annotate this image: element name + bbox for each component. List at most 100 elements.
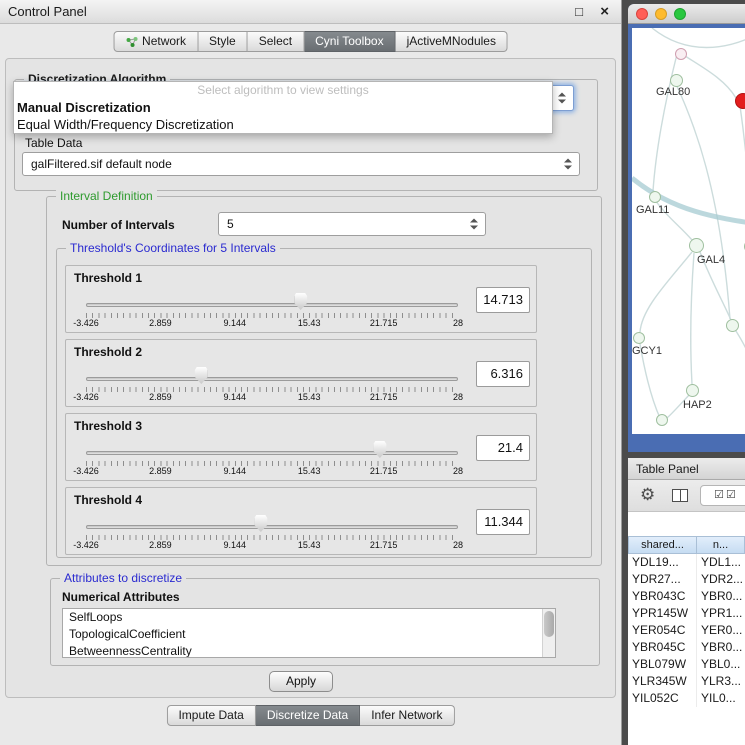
slider-track[interactable] [86,377,458,381]
algorithm-option-manual[interactable]: Manual Discretization [14,99,552,116]
cell-name[interactable]: YER0... [697,622,745,639]
cell-shared-name[interactable]: YIL052C [628,690,697,707]
number-of-intervals-label: Number of Intervals [62,218,175,232]
attributes-group-title: Attributes to discretize [60,571,186,585]
close-icon[interactable]: × [600,3,609,21]
cell-shared-name[interactable]: YDL19... [628,554,697,571]
cell-shared-name[interactable]: YBR043C [628,588,697,605]
minimize-traffic-icon[interactable] [655,8,667,20]
select-columns-button[interactable]: ☑☑ [700,485,745,506]
cell-shared-name[interactable]: YBR045C [628,639,697,656]
threshold-3-slider[interactable]: -3.426 2.859 9.144 15.43 21.715 28 [86,414,458,482]
float-window-icon[interactable]: □ [575,3,583,21]
attribute-item[interactable]: SelfLoops [63,609,555,626]
cell-name[interactable]: YDR2... [697,571,745,588]
cell-name[interactable]: YLR3... [697,673,745,690]
scrollbar-thumb[interactable] [544,611,554,637]
threshold-1-value[interactable]: 14.713 [476,287,530,313]
columns-icon[interactable] [672,489,688,502]
algorithm-option-equal-width[interactable]: Equal Width/Frequency Discretization [14,116,552,133]
network-node[interactable] [675,48,687,60]
network-node[interactable] [726,319,739,332]
network-node[interactable] [689,238,704,253]
slider-thumb[interactable] [254,515,267,532]
combo-stepper-icon[interactable] [564,158,573,171]
tab-cyni-toolbox[interactable]: Cyni Toolbox [304,31,395,52]
network-node[interactable] [649,191,661,203]
table-row[interactable]: YPR145W YPR1... [628,605,745,622]
node-table: shared... n... YDL19... YDL1... YDR27...… [628,512,745,745]
apply-button[interactable]: Apply [269,671,333,692]
gear-icon[interactable]: ⚙ [640,485,655,505]
threshold-2-value[interactable]: 6.316 [476,361,530,387]
number-of-intervals-combo[interactable]: 5 [218,212,486,236]
table-row[interactable]: YBR045C YBR0... [628,639,745,656]
network-node[interactable] [735,93,745,109]
tab-network-label: Network [142,32,186,51]
cell-name[interactable]: YBR0... [697,639,745,656]
tab-select-label: Select [259,32,292,51]
combo-stepper-icon[interactable] [558,92,567,105]
tick-label: -3.426 [73,466,99,476]
list-scrollbar[interactable] [542,609,555,657]
tab-network[interactable]: Network [113,31,198,52]
tick-label: -3.426 [73,318,99,328]
network-canvas[interactable]: GAL80GAL11GAL4GCY1HAP2 [632,28,745,434]
slider-thumb[interactable] [294,293,307,310]
cell-name[interactable]: YIL0... [697,690,745,707]
cell-shared-name[interactable]: YLR345W [628,673,697,690]
slider-thumb[interactable] [195,367,208,384]
column-header-name[interactable]: n... [697,536,745,554]
threshold-3-value[interactable]: 21.4 [476,435,530,461]
tab-select[interactable]: Select [248,31,304,52]
close-traffic-icon[interactable] [636,8,648,20]
tab-infer-network[interactable]: Infer Network [360,705,454,726]
attribute-item[interactable]: TopologicalCoefficient [63,626,555,643]
algorithm-placeholder: Select algorithm to view settings [14,82,552,99]
zoom-traffic-icon[interactable] [674,8,686,20]
network-node[interactable] [633,332,645,344]
table-row[interactable]: YBL079W YBL0... [628,656,745,673]
attribute-item[interactable]: BetweennessCentrality [63,643,555,658]
table-row[interactable]: YLR345W YLR3... [628,673,745,690]
cell-name[interactable]: YDL1... [697,554,745,571]
threshold-4-slider[interactable]: -3.426 2.859 9.144 15.43 21.715 28 [86,488,458,556]
tick-label: 28 [453,466,463,476]
slider-track[interactable] [86,451,458,455]
column-header-shared-name[interactable]: shared... [628,536,697,554]
cell-shared-name[interactable]: YDR27... [628,571,697,588]
table-data-value: galFiltered.sif default node [31,157,172,171]
tab-style[interactable]: Style [198,31,248,52]
cell-shared-name[interactable]: YBL079W [628,656,697,673]
network-node-label: GAL4 [697,254,725,266]
cell-name[interactable]: YBL0... [697,656,745,673]
cell-name[interactable]: YBR0... [697,588,745,605]
network-node[interactable] [656,414,668,426]
table-row[interactable]: YER054C YER0... [628,622,745,639]
table-row[interactable]: YIL052C YIL0... [628,690,745,707]
tab-impute-data[interactable]: Impute Data [166,705,255,726]
numerical-attributes-list[interactable]: SelfLoops TopologicalCoefficient Between… [62,608,556,658]
cell-name[interactable]: YPR1... [697,605,745,622]
bottom-tab-bar: Impute Data Discretize Data Infer Networ… [166,705,454,726]
threshold-1-slider[interactable]: -3.426 2.859 9.144 15.43 21.715 28 [86,266,458,334]
slider-track[interactable] [86,303,458,307]
slider-thumb[interactable] [373,441,386,458]
cell-shared-name[interactable]: YPR145W [628,605,697,622]
network-node[interactable] [686,384,699,397]
combo-stepper-icon[interactable] [470,218,479,231]
slider-track[interactable] [86,525,458,529]
control-panel-window: Control Panel □ × Network Style Select C… [0,0,622,745]
table-row[interactable]: YDR27... YDR2... [628,571,745,588]
cell-shared-name[interactable]: YER054C [628,622,697,639]
tab-discretize-data[interactable]: Discretize Data [256,705,360,726]
tab-jactivemnodules[interactable]: jActiveMNodules [396,31,508,52]
threshold-4-value[interactable]: 11.344 [476,509,530,535]
table-data-combo[interactable]: galFiltered.sif default node [22,152,580,176]
threshold-2-slider[interactable]: -3.426 2.859 9.144 15.43 21.715 28 [86,340,458,408]
tick-label: -3.426 [73,540,99,550]
table-row[interactable]: YDL19... YDL1... [628,554,745,571]
tick-label: 15.43 [298,466,321,476]
tab-infer-network-label: Infer Network [371,706,442,725]
table-row[interactable]: YBR043C YBR0... [628,588,745,605]
